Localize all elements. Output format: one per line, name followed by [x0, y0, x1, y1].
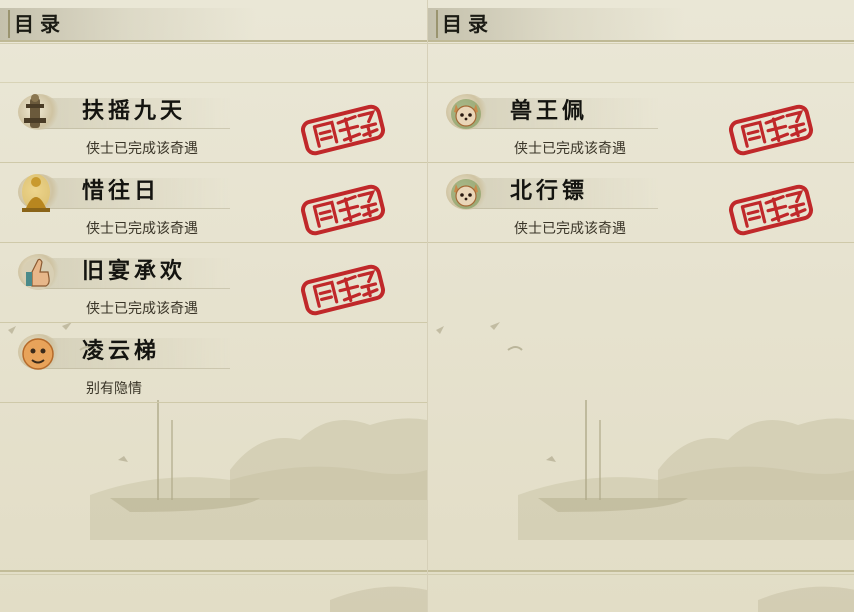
entry-name: 凌云梯 [82, 338, 161, 364]
entry-status: 侠士已完成该奇遇 [86, 141, 198, 157]
entry-status: 侠士已完成该奇遇 [86, 301, 198, 317]
bottom-divider [428, 570, 854, 572]
row-divider [0, 162, 427, 163]
completed-stamp-icon [299, 104, 387, 156]
entry-name: 惜往日 [82, 178, 161, 204]
adventure-entry[interactable]: 凌云梯 别有隐情 [0, 324, 427, 404]
entry-name: 北行镖 [510, 178, 589, 204]
header-divider [428, 40, 854, 42]
row-divider [0, 242, 427, 243]
right-panel-title: 目录 [442, 12, 494, 36]
header-cap-ornament [428, 10, 438, 38]
row-divider [428, 162, 854, 163]
header-divider [0, 40, 427, 42]
row-divider [0, 402, 427, 403]
left-catalog-panel: 目录 扶摇九天 侠士已完成该奇遇 惜往日 侠士已完成该奇遇 旧宴承欢 侠士已完成… [0, 0, 427, 612]
completed-stamp-icon [727, 184, 815, 236]
bottom-divider [0, 570, 427, 572]
right-catalog-panel: 目录 兽王佩 侠士已完成该奇遇 北行镖 侠士已完成该奇遇 [427, 0, 854, 612]
bottom-divider-thin [428, 574, 854, 575]
bottom-divider-thin [0, 574, 427, 575]
pillar-icon [24, 94, 46, 128]
entry-name: 旧宴承欢 [82, 258, 187, 284]
completed-stamp-icon [727, 104, 815, 156]
entry-status: 别有隐情 [86, 381, 142, 397]
face-icon [22, 338, 54, 370]
header-divider-thin [428, 43, 854, 44]
thumbs-up-icon [22, 258, 54, 290]
completed-stamp-icon [299, 264, 387, 316]
header-cap-ornament [0, 10, 10, 38]
header-divider-thin [0, 43, 427, 44]
adventure-entry[interactable]: 惜往日 侠士已完成该奇遇 [0, 164, 427, 244]
row-divider [0, 82, 427, 83]
golden-buddha-icon [22, 174, 50, 212]
left-panel-title: 目录 [14, 12, 66, 36]
entry-status: 侠士已完成该奇遇 [514, 221, 626, 237]
adventure-entry[interactable]: 扶摇九天 侠士已完成该奇遇 [0, 84, 427, 164]
row-divider [428, 242, 854, 243]
adventure-entry[interactable]: 旧宴承欢 侠士已完成该奇遇 [0, 244, 427, 324]
adventure-entry[interactable]: 北行镖 侠士已完成该奇遇 [428, 164, 854, 244]
fox-pet-icon [451, 99, 481, 129]
entry-name: 兽王佩 [510, 98, 589, 124]
entry-status: 侠士已完成该奇遇 [514, 141, 626, 157]
adventure-entry[interactable]: 兽王佩 侠士已完成该奇遇 [428, 84, 854, 164]
completed-stamp-icon [299, 184, 387, 236]
entry-status: 侠士已完成该奇遇 [86, 221, 198, 237]
entry-name: 扶摇九天 [82, 98, 187, 124]
row-divider [0, 322, 427, 323]
fox-pet-icon [451, 179, 481, 209]
row-divider [428, 82, 854, 83]
